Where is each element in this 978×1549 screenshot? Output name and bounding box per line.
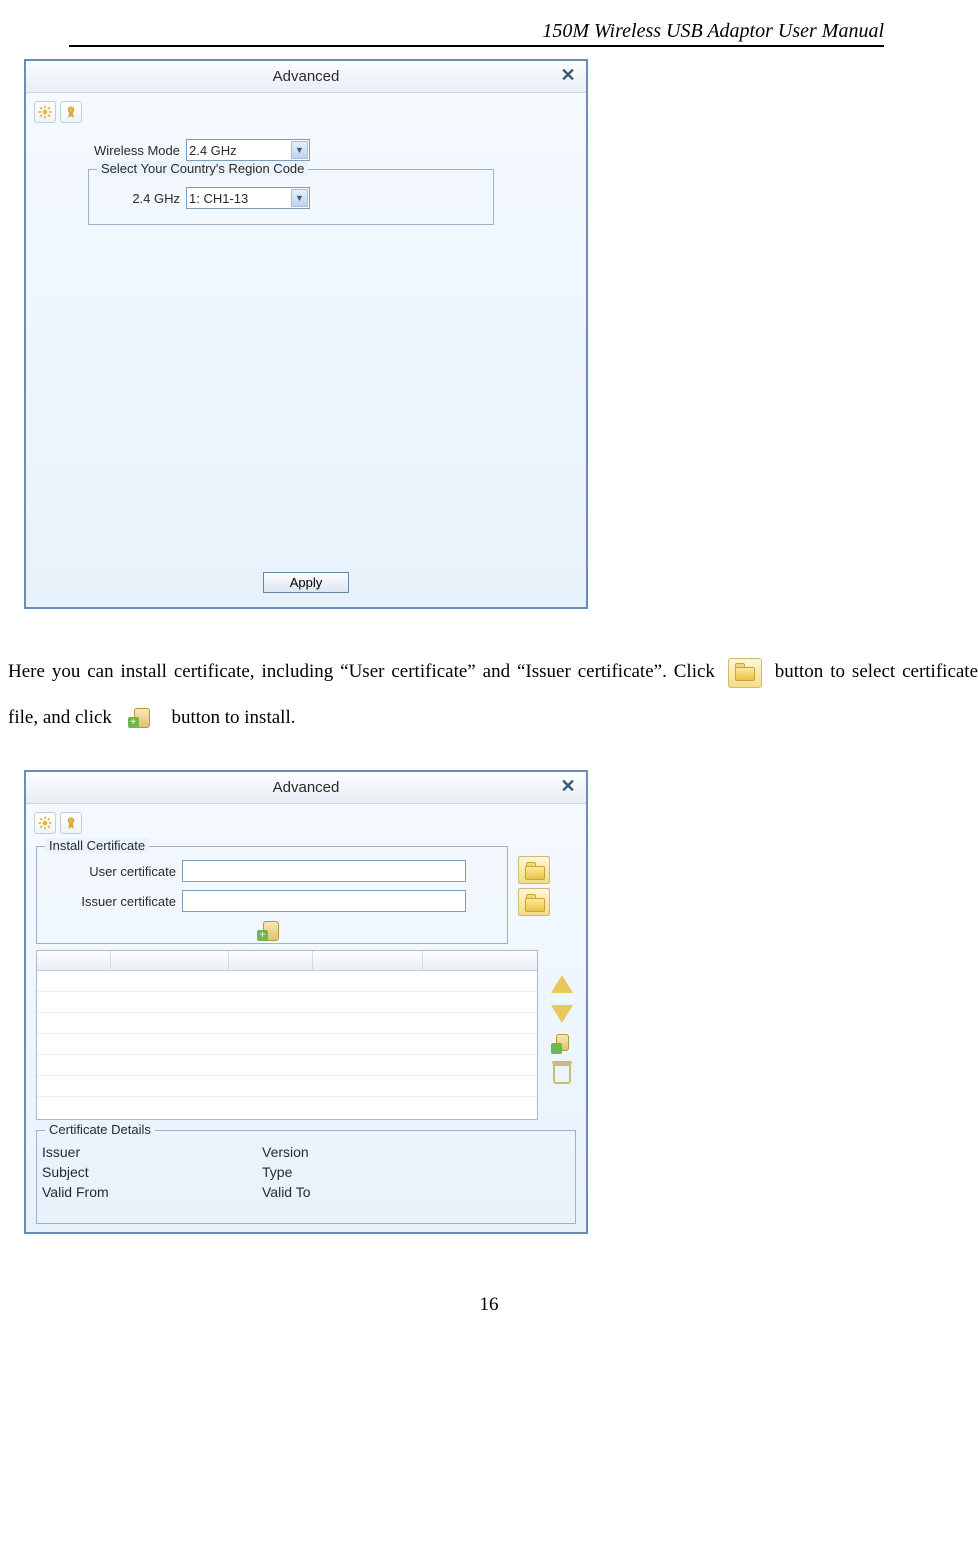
region-code-value: 1: CH1-13 [189, 191, 248, 206]
window-titlebar: Advanced ✕ [26, 772, 586, 804]
move-down-button[interactable] [548, 1000, 576, 1028]
delete-certificate-button[interactable] [548, 1060, 576, 1088]
move-up-button[interactable] [548, 970, 576, 998]
table-header [37, 951, 537, 971]
folder-open-icon [728, 658, 762, 688]
body-paragraph: Here you can install certificate, includ… [0, 649, 978, 740]
advanced-window-certificate: Advanced ✕ Install Certificate User cert… [24, 770, 588, 1234]
region-band-label: 2.4 GHz [112, 191, 180, 206]
close-icon[interactable]: ✕ [558, 65, 578, 85]
wireless-mode-label: Wireless Mode [72, 143, 180, 158]
user-certificate-label: User certificate [46, 864, 176, 879]
window-titlebar: Advanced ✕ [26, 61, 586, 93]
gear-icon[interactable] [34, 812, 56, 834]
gear-icon[interactable] [34, 101, 56, 123]
chevron-down-icon: ▼ [291, 141, 308, 159]
chevron-down-icon: ▼ [291, 189, 308, 207]
close-icon[interactable]: ✕ [558, 776, 578, 796]
add-certificate-button[interactable] [548, 1030, 576, 1058]
advanced-window-wireless: Advanced ✕ Wireless Mode 2.4 GHz ▼ Selec… [24, 59, 588, 609]
arrow-down-icon [551, 1005, 573, 1023]
browse-user-cert-button[interactable] [518, 856, 550, 884]
medal-icon[interactable] [60, 101, 82, 123]
para-seg-1: Here you can install certificate, includ… [8, 661, 715, 682]
region-code-select[interactable]: 1: CH1-13 ▼ [186, 187, 310, 209]
detail-validto-label: Valid To [262, 1184, 482, 1200]
detail-type-label: Type [262, 1164, 482, 1180]
issuer-certificate-label: Issuer certificate [46, 894, 176, 909]
page-header-title: 150M Wireless USB Adaptor User Manual [0, 20, 978, 45]
detail-issuer-label: Issuer [42, 1144, 262, 1160]
page-number: 16 [0, 1294, 978, 1316]
wireless-mode-value: 2.4 GHz [189, 143, 237, 158]
table-body[interactable] [37, 971, 537, 1119]
window-title: Advanced [273, 779, 340, 796]
medal-icon[interactable] [60, 812, 82, 834]
apply-button[interactable]: Apply [263, 572, 350, 593]
certificate-list-table [36, 950, 538, 1120]
user-certificate-field[interactable] [182, 860, 466, 882]
wireless-mode-select[interactable]: 2.4 GHz ▼ [186, 139, 310, 161]
para-seg-2: button to [775, 661, 845, 682]
detail-version-label: Version [262, 1144, 482, 1160]
issuer-certificate-field[interactable] [182, 890, 466, 912]
trash-icon [553, 1064, 571, 1084]
install-certificate-icon: + [125, 703, 159, 733]
window-title: Advanced [273, 68, 340, 85]
browse-issuer-cert-button[interactable] [518, 888, 550, 916]
detail-validfrom-label: Valid From [42, 1184, 262, 1200]
arrow-up-icon [551, 975, 573, 993]
detail-subject-label: Subject [42, 1164, 262, 1180]
certificate-details-legend: Certificate Details [45, 1122, 155, 1137]
region-code-legend: Select Your Country's Region Code [97, 161, 308, 176]
install-certificate-button[interactable]: + [254, 916, 288, 946]
install-certificate-legend: Install Certificate [45, 838, 149, 853]
para-seg-4: button to install. [171, 707, 295, 728]
